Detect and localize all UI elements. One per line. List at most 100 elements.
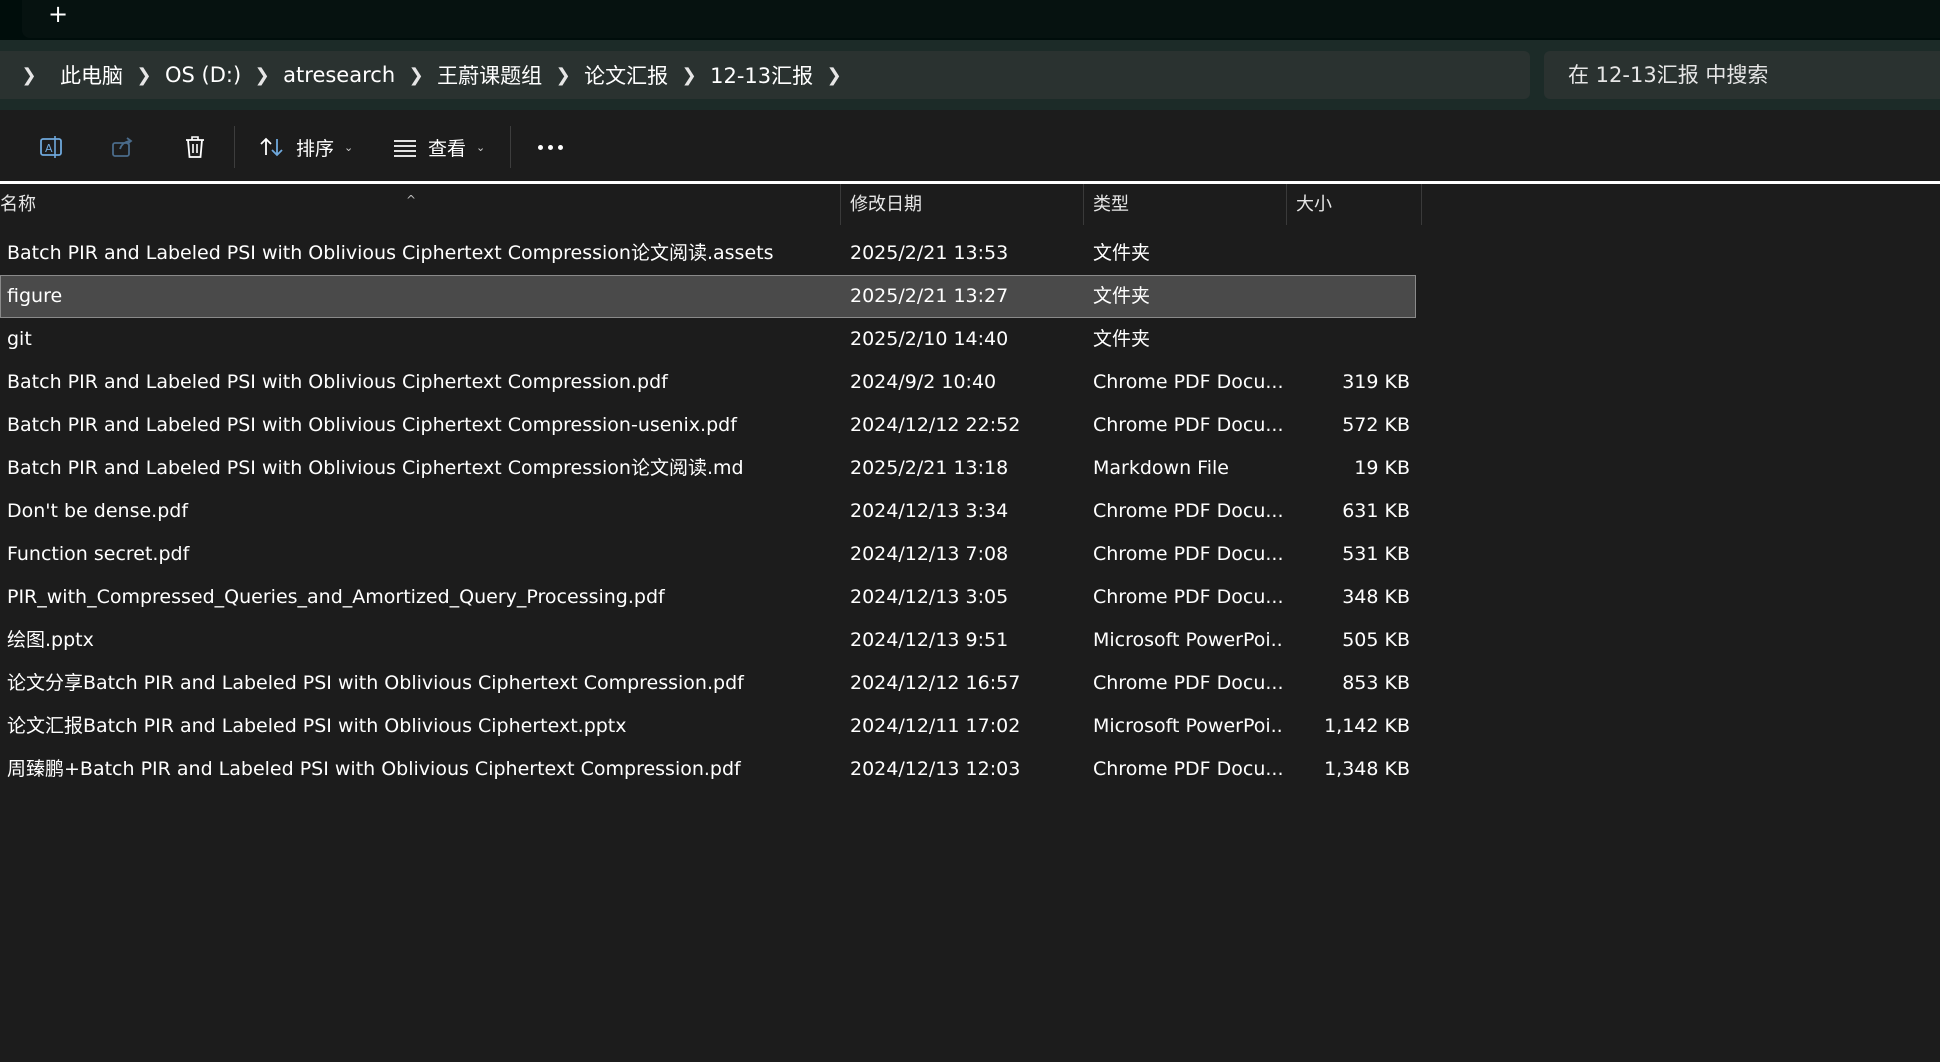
trash-icon[interactable] [178,130,212,164]
breadcrumb-group[interactable]: 王蔚课题组 [437,60,542,90]
chevron-right-icon[interactable]: ❯ [135,65,153,86]
search-input[interactable] [1566,62,1926,88]
file-type: Microsoft PowerPoi... [1093,629,1283,651]
file-name: git [7,328,32,350]
file-name: figure [7,285,63,307]
chevron-right-icon[interactable]: ❯ [825,65,843,86]
file-date: 2024/12/12 16:57 [850,672,1021,694]
file-name: Don't be dense.pdf [7,500,189,522]
file-size [1260,232,1410,275]
file-row[interactable]: Don't be dense.pdf 2024/12/13 3:34 Chrom… [0,490,1416,533]
search-box[interactable] [1544,51,1940,99]
file-row[interactable]: Function secret.pdf 2024/12/13 7:08 Chro… [0,533,1416,576]
file-size: 1,348 KB [1324,758,1410,780]
file-row[interactable]: Batch PIR and Labeled PSI with Oblivious… [0,361,1416,404]
breadcrumb-atresearch[interactable]: atresearch [283,63,395,87]
file-row[interactable]: PIR_with_Compressed_Queries_and_Amortize… [0,576,1416,619]
file-name: Batch PIR and Labeled PSI with Oblivious… [7,457,744,479]
breadcrumb-drive[interactable]: OS (D:) [165,63,241,87]
file-list: Batch PIR and Labeled PSI with Oblivious… [0,232,1422,791]
share-icon[interactable] [106,130,140,164]
chevron-right-icon[interactable]: ❯ [407,65,425,86]
file-date: 2024/12/11 17:02 [850,715,1021,737]
sort-button[interactable]: 排序 ⌄ [258,130,353,164]
breadcrumb-this-pc[interactable]: 此电脑 [60,60,123,90]
file-date: 2024/12/12 22:52 [850,414,1021,436]
chevron-right-icon[interactable]: ❯ [253,65,271,86]
new-tab-button[interactable]: + [44,0,72,28]
view-label: 查看 [428,137,467,160]
file-size: 19 KB [1354,457,1410,479]
breadcrumb[interactable]: ❯ 此电脑 ❯ OS (D:) ❯ atresearch ❯ 王蔚课题组 ❯ 论… [0,51,1530,99]
breadcrumb-reports[interactable]: 论文汇报 [584,60,668,90]
file-date: 2024/12/13 9:51 [850,629,1009,651]
address-row: ❯ 此电脑 ❯ OS (D:) ❯ atresearch ❯ 王蔚课题组 ❯ 论… [0,40,1940,110]
file-size: 319 KB [1342,371,1410,393]
view-list-icon [394,140,416,157]
chevron-right-icon[interactable]: ❯ [554,65,572,86]
rename-icon[interactable]: A [34,130,68,164]
file-row[interactable]: 论文汇报Batch PIR and Labeled PSI with Obliv… [0,705,1416,748]
file-date: 2024/9/2 10:40 [850,371,997,393]
column-header-row: 名称 ^ 修改日期 类型 大小 [0,184,1422,225]
file-name: Function secret.pdf [7,543,190,565]
file-date: 2024/12/13 12:03 [850,758,1021,780]
file-date: 2024/12/13 3:34 [850,500,1009,522]
file-type: Chrome PDF Docu... [1093,672,1283,694]
file-name: 绘图.pptx [7,629,94,651]
title-bar: + [0,0,1940,40]
file-row[interactable]: 周臻鹏+Batch PIR and Labeled PSI with Obliv… [0,748,1416,791]
file-size: 531 KB [1342,543,1410,565]
file-type: 文件夹 [1093,242,1151,264]
file-row-selected[interactable]: figure 2025/2/21 13:27 文件夹 [0,275,1416,318]
file-type: Microsoft PowerPoi... [1093,715,1283,737]
file-type: Chrome PDF Docu... [1093,414,1283,436]
sort-icon [260,137,283,157]
file-type: Chrome PDF Docu... [1093,586,1283,608]
file-size: 853 KB [1342,672,1410,694]
file-type: Chrome PDF Docu... [1093,371,1283,393]
file-row[interactable]: Batch PIR and Labeled PSI with Oblivious… [0,404,1416,447]
file-row[interactable]: 论文分享Batch PIR and Labeled PSI with Obliv… [0,662,1416,705]
toolbar-divider [234,126,235,168]
view-button[interactable]: 查看 ⌄ [392,130,485,164]
file-name: 论文汇报Batch PIR and Labeled PSI with Obliv… [7,715,627,737]
file-name: Batch PIR and Labeled PSI with Oblivious… [7,414,737,436]
file-type: 文件夹 [1093,285,1151,307]
file-row[interactable]: git 2025/2/10 14:40 文件夹 [0,318,1416,361]
file-type: Chrome PDF Docu... [1093,500,1283,522]
file-name: PIR_with_Compressed_Queries_and_Amortize… [7,586,665,608]
file-size: 631 KB [1342,500,1410,522]
file-date: 2025/2/21 13:53 [850,242,1009,264]
sort-ascending-icon: ^ [406,193,417,207]
svg-text:A: A [45,142,53,155]
column-header-type[interactable]: 类型 [1084,184,1287,225]
file-type: Chrome PDF Docu... [1093,758,1283,780]
file-date: 2024/12/13 3:05 [850,586,1009,608]
command-bar: A 排序 ⌄ 查看 ⌄ [0,110,1940,182]
file-row[interactable]: Batch PIR and Labeled PSI with Oblivious… [0,447,1416,490]
column-header-name[interactable]: 名称 ^ [0,184,841,225]
file-name: 周臻鹏+Batch PIR and Labeled PSI with Obliv… [7,758,741,780]
file-date: 2025/2/10 14:40 [850,328,1009,350]
chevron-right-icon[interactable]: ❯ [20,65,38,86]
column-header-size[interactable]: 大小 [1287,184,1422,225]
file-row[interactable]: Batch PIR and Labeled PSI with Oblivious… [0,232,1416,275]
breadcrumb-current-folder[interactable]: 12-13汇报 [710,60,813,90]
chevron-right-icon[interactable]: ❯ [680,65,698,86]
file-date: 2024/12/13 7:08 [850,543,1009,565]
file-size: 348 KB [1342,586,1410,608]
chevron-down-icon: ⌄ [476,140,486,154]
file-size [1260,318,1410,361]
file-type: 文件夹 [1093,328,1151,350]
file-size [1260,275,1410,318]
file-name: Batch PIR and Labeled PSI with Oblivious… [7,242,774,264]
more-icon[interactable] [533,130,567,164]
file-type: Markdown File [1093,457,1229,479]
sort-label: 排序 [296,137,335,160]
file-name: 论文分享Batch PIR and Labeled PSI with Obliv… [7,672,744,694]
chevron-down-icon: ⌄ [344,140,354,154]
file-row[interactable]: 绘图.pptx 2024/12/13 9:51 Microsoft PowerP… [0,619,1416,662]
file-size: 505 KB [1342,629,1410,651]
column-header-date[interactable]: 修改日期 [841,184,1084,225]
